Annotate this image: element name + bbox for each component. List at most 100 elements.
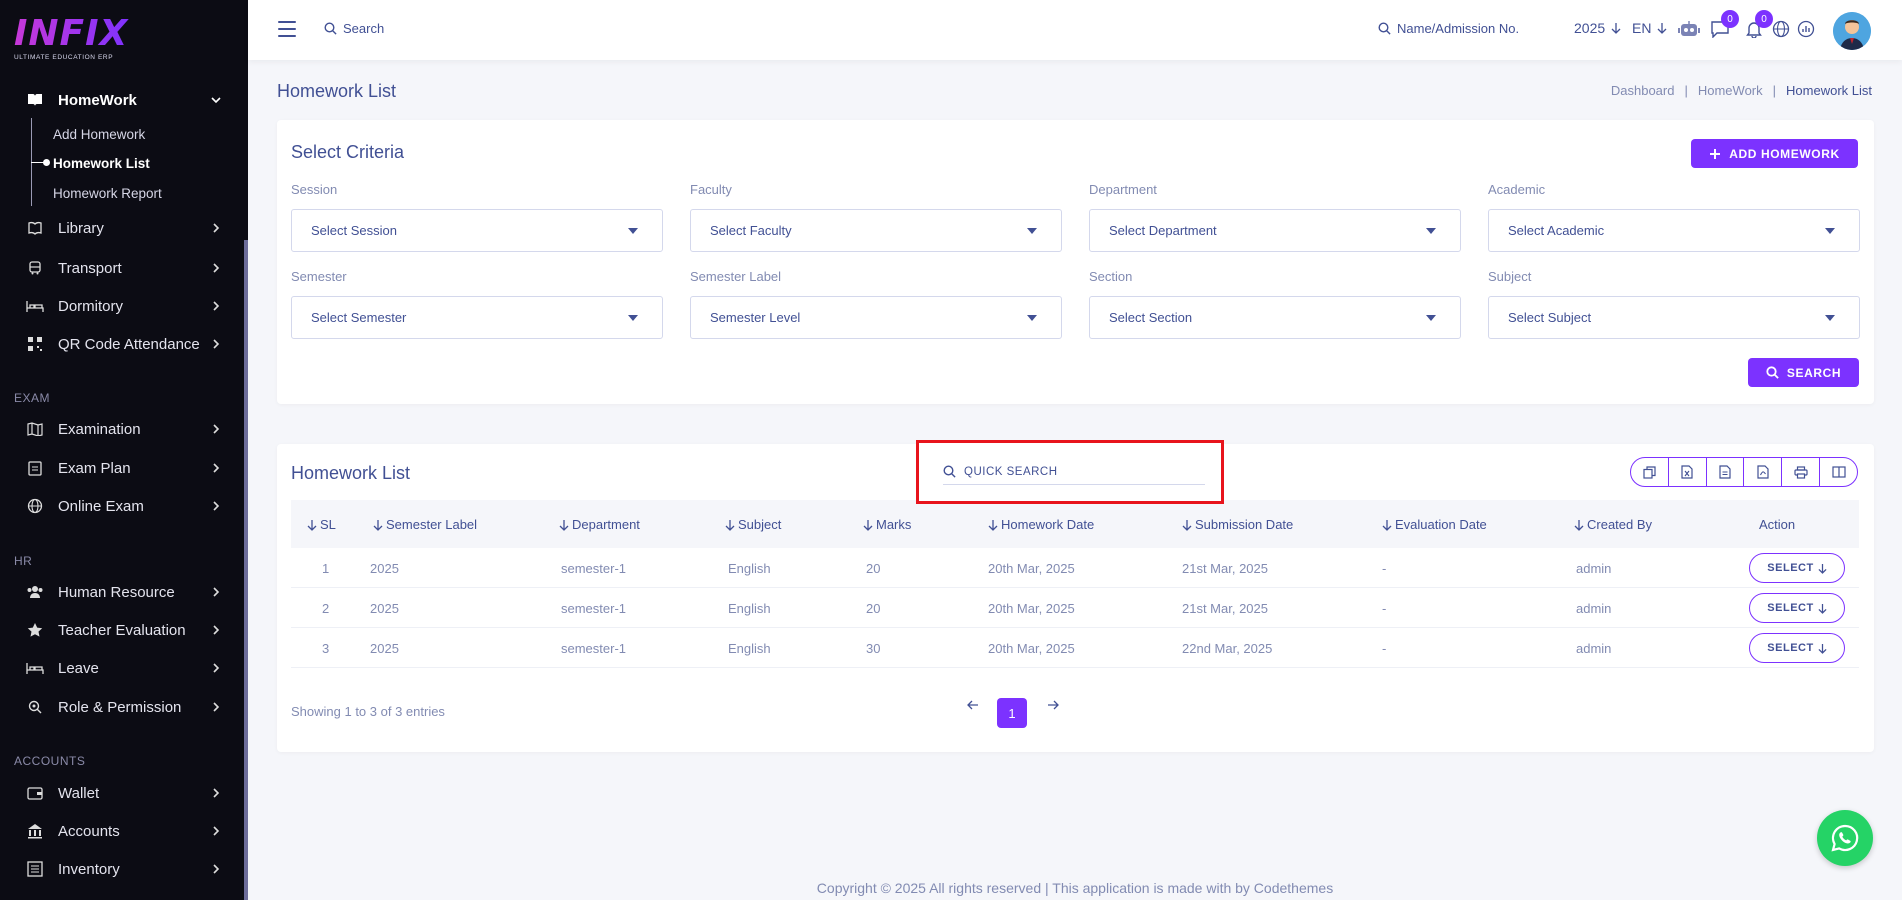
chat-icon[interactable]: 0 [1709, 10, 1739, 40]
sort-arrow-icon [1382, 519, 1392, 531]
cell-subject: English [728, 601, 771, 616]
avatar[interactable] [1833, 12, 1871, 50]
sort-arrow-icon [559, 519, 569, 531]
page-1-button[interactable]: 1 [997, 698, 1027, 728]
sidebar-item-human-resource[interactable]: Human Resource [0, 575, 244, 609]
sidebar-item-dormitory[interactable]: Dormitory [0, 289, 244, 323]
breadcrumb-dashboard[interactable]: Dashboard [1611, 83, 1675, 98]
semester-select[interactable]: Select Semester [291, 296, 663, 339]
table-row: 2 2025 semester-1 English 20 20th Mar, 2… [291, 588, 1859, 628]
sidebar-item-role-permission[interactable]: Role & Permission [0, 690, 244, 724]
search-button-label: SEARCH [1786, 365, 1842, 380]
row-select-button[interactable]: SELECT [1749, 593, 1845, 623]
sidebar-item-label: QR Code Attendance [58, 335, 200, 353]
sort-arrow-icon [1182, 519, 1192, 531]
caret-down-icon [1825, 315, 1835, 321]
sidebar-item-teacher-evaluation[interactable]: Teacher Evaluation [0, 613, 244, 647]
admission-search-label: Name/Admission No. [1397, 21, 1520, 36]
admission-search[interactable]: Name/Admission No. [1378, 21, 1519, 36]
header-search[interactable]: Search [324, 21, 384, 36]
sidebar-item-label: Human Resource [58, 583, 175, 601]
th-label: Homework Date [1001, 517, 1095, 532]
map-icon [26, 420, 44, 438]
table-row: 3 2025 semester-1 English 30 20th Mar, 2… [291, 628, 1859, 668]
footer: Copyright © 2025 All rights reserved | T… [816, 880, 1334, 896]
sidebar-item-qr-code-attendance[interactable]: QR Code Attendance [0, 327, 244, 361]
excel-button[interactable] [1669, 458, 1707, 486]
analytics-icon[interactable] [1795, 18, 1817, 40]
add-homework-button[interactable]: ADD HOMEWORK [1691, 139, 1858, 168]
cell-submission-date: 21st Mar, 2025 [1182, 601, 1268, 616]
language-selector[interactable]: EN [1632, 20, 1667, 36]
menu-toggle-icon[interactable] [278, 21, 296, 37]
breadcrumb-homework[interactable]: HomeWork [1698, 83, 1763, 98]
pdf-button[interactable] [1744, 458, 1783, 486]
sidebar-item-library[interactable]: Library [0, 211, 244, 245]
logo[interactable]: INFIX ULTIMATE EDUCATION ERP [14, 16, 134, 66]
chat-badge: 0 [1721, 10, 1739, 28]
semester-label-select[interactable]: Semester Level [690, 296, 1062, 339]
whatsapp-button[interactable] [1817, 810, 1873, 866]
robot-icon[interactable] [1678, 18, 1700, 40]
next-page-button[interactable] [1047, 698, 1059, 714]
whatsapp-icon [1831, 824, 1859, 852]
print-button[interactable] [1782, 458, 1821, 486]
th-submission-date[interactable]: Submission Date [1182, 517, 1293, 532]
cell-sl: 1 [322, 561, 330, 576]
row-select-button[interactable]: SELECT [1749, 633, 1845, 663]
arrow-down-icon [1818, 563, 1827, 574]
prev-page-button[interactable] [967, 698, 979, 714]
copy-button[interactable] [1631, 458, 1669, 486]
th-homework-date[interactable]: Homework Date [988, 517, 1094, 532]
subject-select[interactable]: Select Subject [1488, 296, 1860, 339]
th-semester-label[interactable]: Semester Label [373, 517, 477, 532]
sidebar-item-homework[interactable]: HomeWork [0, 83, 244, 117]
sidebar-item-label: Online Exam [58, 497, 144, 515]
csv-button[interactable] [1707, 458, 1745, 486]
sidebar-item-transport[interactable]: Transport [0, 251, 244, 285]
sidebar-item-wallet[interactable]: Wallet [0, 776, 244, 810]
qr-code-icon [26, 335, 44, 353]
sidebar-scrollbar[interactable] [244, 240, 248, 900]
subject-label: Subject [1488, 269, 1532, 284]
chevron-right-icon [213, 864, 220, 874]
th-sl[interactable]: SL [307, 517, 336, 532]
chevron-right-icon [213, 301, 220, 311]
bank-icon [26, 822, 44, 840]
column-visibility-button[interactable] [1820, 458, 1857, 486]
session-select[interactable]: Select Session [291, 209, 663, 252]
th-department[interactable]: Department [559, 517, 640, 532]
section-select[interactable]: Select Section [1089, 296, 1461, 339]
excel-icon [1681, 465, 1693, 479]
th-marks[interactable]: Marks [863, 517, 911, 532]
bell-icon[interactable]: 0 [1743, 10, 1773, 40]
globe-icon[interactable] [1770, 18, 1792, 40]
row-select-button[interactable]: SELECT [1749, 553, 1845, 583]
year-selector[interactable]: 2025 [1574, 20, 1621, 36]
department-select[interactable]: Select Department [1089, 209, 1461, 252]
chevron-right-icon [213, 263, 220, 273]
sidebar-item-examination[interactable]: Examination [0, 412, 244, 446]
faculty-select[interactable]: Select Faculty [690, 209, 1062, 252]
sidebar-item-leave[interactable]: Leave [0, 651, 244, 685]
quick-search-placeholder: QUICK SEARCH [964, 465, 1058, 478]
bed-icon [26, 297, 44, 315]
th-subject[interactable]: Subject [725, 517, 781, 532]
sidebar-subitem-homework-report[interactable]: Homework Report [53, 186, 162, 201]
academic-select[interactable]: Select Academic [1488, 209, 1860, 252]
quick-search-input[interactable]: QUICK SEARCH [943, 459, 1205, 485]
plus-icon [1710, 148, 1721, 159]
chevron-right-icon [213, 702, 220, 712]
sidebar-subitem-homework-list[interactable]: Homework List [53, 156, 150, 171]
sidebar-item-inventory[interactable]: Inventory [0, 852, 244, 886]
sidebar-subitem-add-homework[interactable]: Add Homework [53, 127, 145, 142]
chevron-right-icon [213, 788, 220, 798]
sidebar-section-hr: HR [14, 554, 33, 568]
search-button[interactable]: SEARCH [1748, 358, 1859, 387]
th-created-by[interactable]: Created By [1574, 517, 1652, 532]
sidebar-item-online-exam[interactable]: Online Exam [0, 489, 244, 523]
th-evaluation-date[interactable]: Evaluation Date [1382, 517, 1487, 532]
sidebar-item-exam-plan[interactable]: Exam Plan [0, 451, 244, 485]
sidebar-item-accounts[interactable]: Accounts [0, 814, 244, 848]
library-icon [26, 219, 44, 237]
